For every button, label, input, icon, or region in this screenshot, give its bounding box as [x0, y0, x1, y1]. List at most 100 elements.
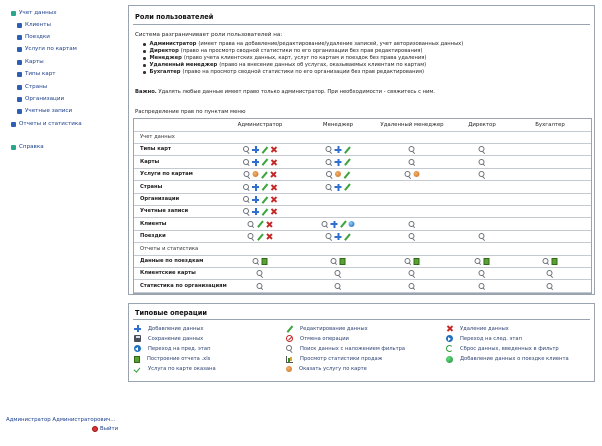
- role-name: Менеджер: [149, 55, 182, 61]
- edit-icon: [344, 146, 351, 153]
- excel-icon: [261, 258, 268, 265]
- permission-cell: [243, 171, 277, 178]
- operation-item: Поиск данных с наложением фильтра: [286, 345, 405, 352]
- operation-label: Просмотр статистики продаж: [300, 356, 383, 363]
- edit-icon: [261, 208, 268, 215]
- sidebar-item-countries[interactable]: Страны: [17, 84, 47, 90]
- permission-cell: [325, 233, 351, 241]
- table-row: Страны: [134, 182, 591, 194]
- distribution-title: Распределение прав по пунктам меню: [135, 109, 246, 115]
- row-label: Клиенты: [140, 220, 167, 227]
- permission-cell: [404, 171, 420, 178]
- column-header: Администратор: [237, 122, 283, 128]
- row-label: Клиентские карты: [140, 270, 196, 277]
- plus-icon: [334, 158, 342, 166]
- search-icon: [478, 171, 486, 178]
- sidebar-item-help[interactable]: Справка: [11, 144, 44, 150]
- sidebar-item-data[interactable]: Учет данных: [11, 10, 57, 16]
- table-group-row: Учет данных: [134, 132, 591, 144]
- table-row: Клиентские карты: [134, 268, 591, 281]
- role-list: Администратор (имеет права на добавление/…: [143, 41, 463, 76]
- operation-label: Сохранение данных: [148, 335, 204, 342]
- page-icon: [17, 108, 22, 114]
- row-label: Учет данных: [140, 134, 175, 140]
- sidebar-item-trips[interactable]: Поездки: [17, 34, 50, 40]
- operation-item: Услуга по карте оказана: [134, 366, 216, 373]
- permission-cell: [247, 233, 273, 240]
- sidebar-item-label: Услуги по картам: [25, 46, 77, 52]
- plus-icon: [252, 158, 259, 166]
- chart-icon: [286, 355, 293, 363]
- bullet-icon: [143, 71, 146, 74]
- search-icon: [478, 282, 486, 290]
- sidebar-item-reports[interactable]: Отчеты и статистика: [11, 121, 82, 127]
- plus-icon: [252, 196, 259, 203]
- search-icon: [325, 158, 333, 166]
- search-icon: [408, 220, 416, 228]
- page: Учет данных Клиенты Поездки Услуги по ка…: [0, 0, 602, 446]
- addcl-icon: [446, 355, 453, 363]
- operation-item: Редактирование данных: [286, 325, 368, 332]
- sidebar-item-label: Организации: [25, 96, 65, 102]
- search-icon: [252, 258, 260, 265]
- logout-icon: [92, 426, 98, 432]
- excel-icon: [413, 258, 420, 265]
- role-desc: (право на внесение данных об услугах, ок…: [219, 62, 427, 68]
- sidebar-item-card-types[interactable]: Типы карт: [17, 71, 56, 77]
- role-name: Директор: [149, 48, 179, 54]
- search-icon: [325, 233, 333, 240]
- delete-icon: [270, 196, 277, 203]
- search-icon: [243, 208, 250, 215]
- sidebar-item-label: Учет данных: [19, 10, 57, 16]
- search-icon: [408, 282, 416, 290]
- row-label: Организации: [140, 196, 180, 202]
- search-icon: [408, 270, 416, 277]
- sidebar-item-label: Страны: [25, 84, 48, 90]
- row-label: Отчеты и статистика: [140, 245, 199, 252]
- operation-item: Добавление данных о поездке клиента: [446, 355, 569, 363]
- table-row: Услуги по картам: [134, 169, 591, 182]
- search-icon: [546, 270, 554, 277]
- search-icon: [325, 146, 333, 153]
- operation-item: Построение отчета .xls: [134, 355, 210, 363]
- sidebar-item-clients[interactable]: Клиенты: [17, 22, 51, 28]
- page-icon: [17, 84, 22, 90]
- row-label: Статистика по организациям: [140, 282, 227, 289]
- sidebar-item-card-services[interactable]: Услуги по картам: [17, 46, 77, 52]
- role-item: Бухгалтер (право на просмотр сводной стат…: [143, 69, 463, 76]
- row-label: Карты: [140, 158, 160, 165]
- check-icon: [134, 366, 141, 373]
- edit-icon: [344, 159, 351, 166]
- permission-cell: [478, 282, 486, 290]
- sidebar-item-cards[interactable]: Карты: [17, 59, 44, 65]
- role-name: Бухгалтер: [149, 69, 181, 75]
- important-text: Удалять любые данные имеет право только …: [158, 89, 435, 95]
- operation-label: Переход на след. этап: [460, 335, 522, 342]
- search-icon: [478, 233, 486, 240]
- operation-label: Переход на пред. этап: [148, 345, 211, 352]
- table-row: Данные по поездкам: [134, 256, 591, 268]
- permission-cell: [478, 146, 486, 153]
- search-icon: [243, 183, 250, 191]
- permissions-table: Администратор Менеджер Удаленный менеджер Д…: [133, 118, 592, 294]
- operation-label: Поиск данных с наложением фильтра: [300, 345, 406, 352]
- operation-label: Сброс данных, введенных в фильтр: [460, 345, 559, 352]
- sidebar-item-organizations[interactable]: Организации: [17, 96, 64, 102]
- sidebar-item-accounts[interactable]: Учетные записи: [17, 108, 72, 114]
- delete-icon: [270, 171, 277, 178]
- permission-cell: [408, 282, 416, 290]
- plus-icon: [134, 325, 141, 332]
- column-header: Бухгалтер: [535, 122, 565, 128]
- delete-icon: [270, 208, 277, 215]
- cancel-icon: [286, 335, 293, 343]
- permission-cell: [243, 146, 277, 154]
- search-icon: [408, 158, 416, 166]
- order-icon: [252, 171, 259, 178]
- edit-icon: [257, 221, 264, 228]
- permission-cell: [408, 146, 416, 153]
- table-row: Организации: [134, 194, 591, 206]
- logout-link[interactable]: Выйти: [92, 426, 118, 432]
- search-icon: [247, 233, 255, 240]
- page-icon: [17, 34, 22, 40]
- table-group-row: Отчеты и статистика: [134, 243, 591, 256]
